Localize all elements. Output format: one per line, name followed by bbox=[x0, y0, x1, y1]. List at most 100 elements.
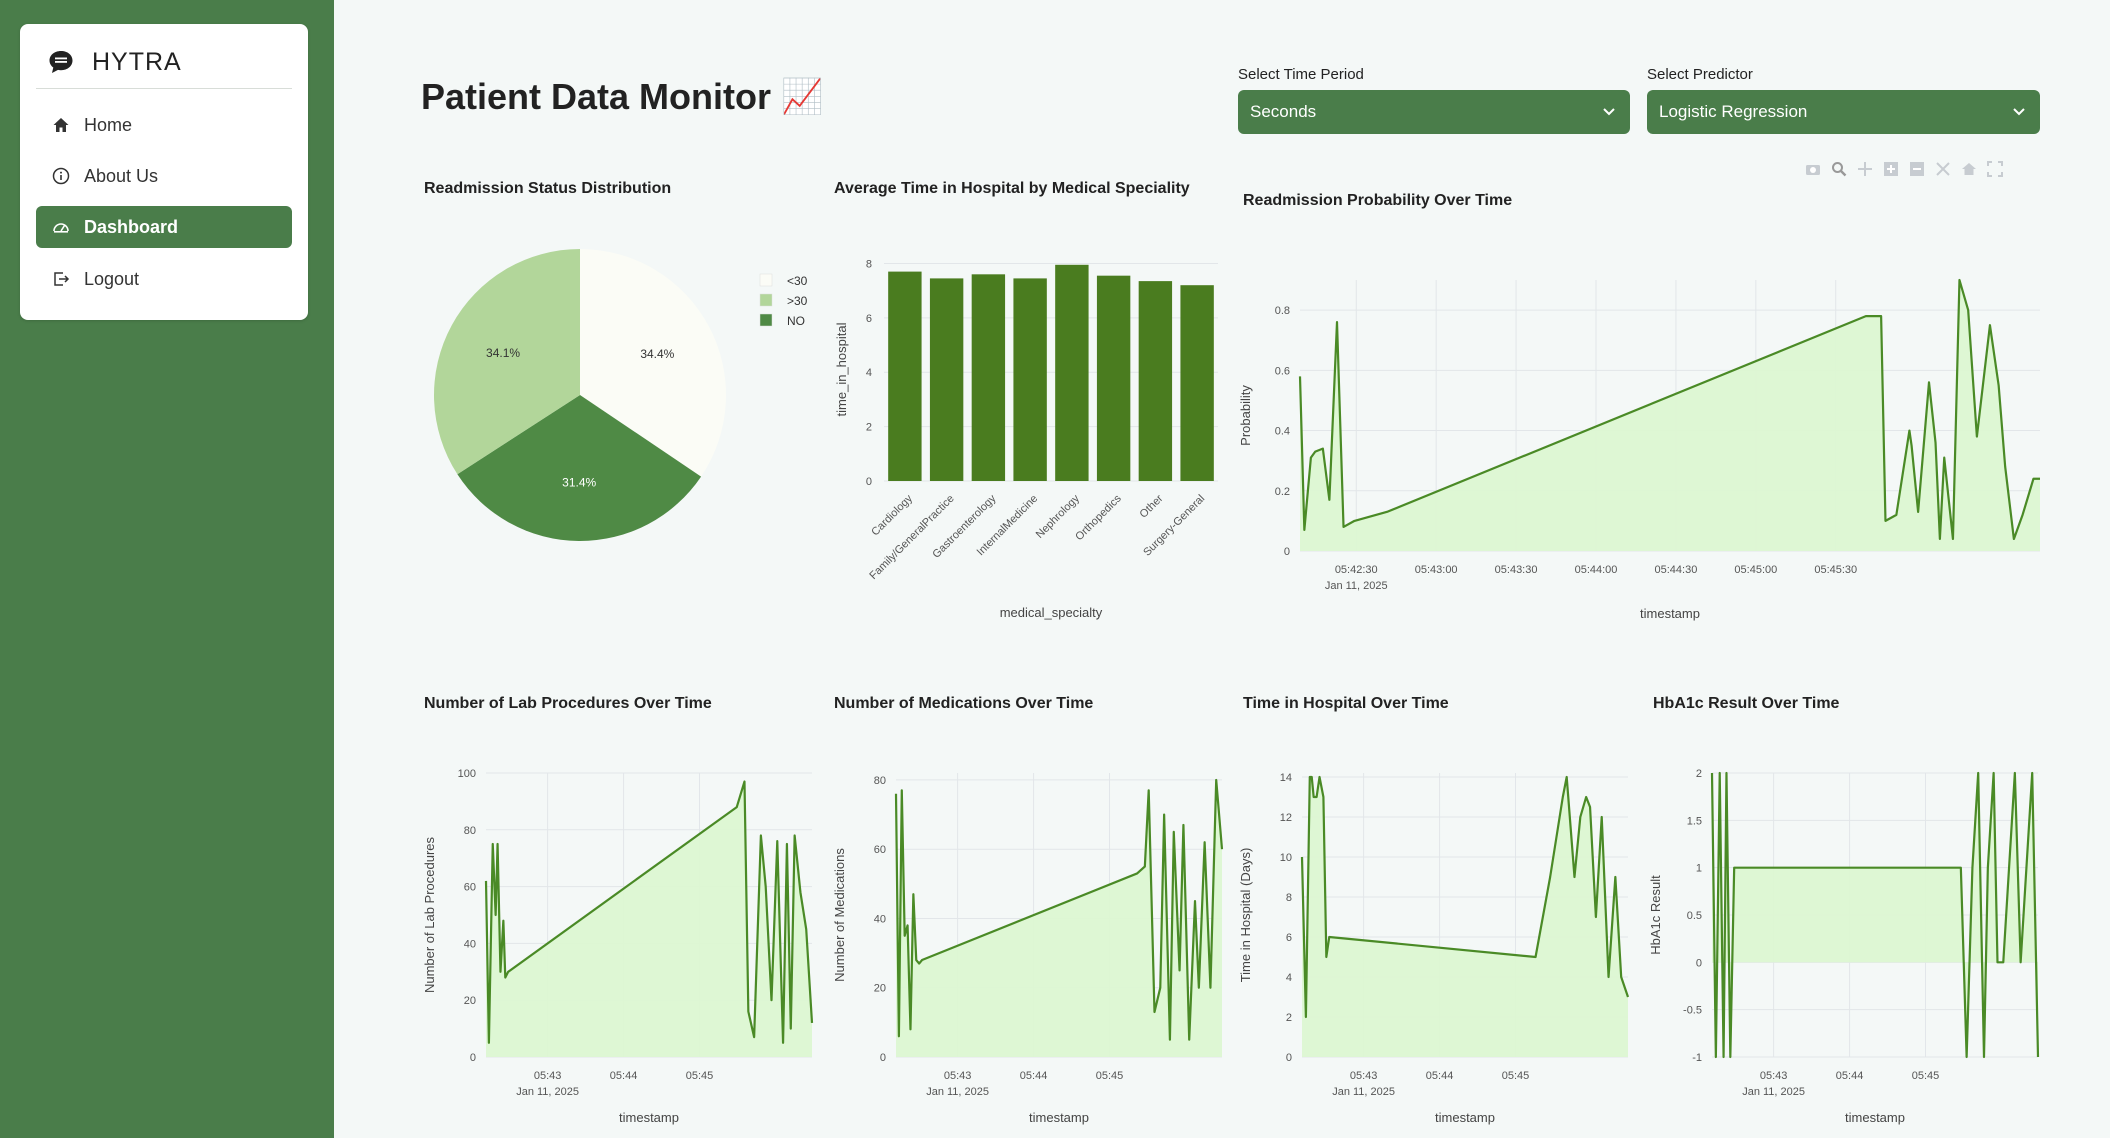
avg-time-bar-chart: 02468CardiologyFamily/GeneralPracticeGas… bbox=[834, 258, 1218, 620]
x-tick-label: 05:45 bbox=[1912, 1070, 1940, 1082]
y-tick-label: 2 bbox=[1696, 768, 1702, 780]
logout-icon bbox=[54, 272, 70, 286]
x-tick-label: 05:43 bbox=[1760, 1070, 1788, 1082]
y-tick-label: 80 bbox=[464, 825, 476, 837]
y-tick-label: 60 bbox=[874, 844, 886, 856]
chart-title-avg-time: Average Time in Hospital by Medical Spec… bbox=[834, 180, 1190, 197]
area-fill bbox=[486, 781, 812, 1057]
x-tick-label: 05:45:00 bbox=[1734, 564, 1777, 576]
x-tick-label: 05:45 bbox=[1096, 1070, 1124, 1082]
y-tick-label: 8 bbox=[866, 258, 872, 270]
x-tick-sublabel: Jan 11, 2025 bbox=[1332, 1086, 1395, 1098]
area-fill bbox=[1300, 280, 2040, 551]
chart-title-medications: Number of Medications Over Time bbox=[834, 695, 1094, 712]
pie-slice-label: 34.1% bbox=[486, 346, 520, 360]
y-axis-title: HbA1c Result bbox=[1648, 875, 1663, 955]
y-tick-label: 1.5 bbox=[1687, 815, 1702, 827]
nav-item-dashboard[interactable]: Dashboard bbox=[36, 206, 292, 248]
y-tick-label: 2 bbox=[1286, 1012, 1292, 1024]
y-tick-label: 6 bbox=[1286, 932, 1292, 944]
chart-title-probability: Readmission Probability Over Time bbox=[1243, 192, 1513, 209]
x-tick-label: 05:44 bbox=[1426, 1070, 1454, 1082]
y-tick-label: 80 bbox=[874, 775, 886, 787]
nav-label-logout: Logout bbox=[84, 268, 140, 289]
legend-label: NO bbox=[787, 314, 805, 328]
bar bbox=[1013, 278, 1047, 481]
bar bbox=[1055, 264, 1089, 481]
x-tick-sublabel: Jan 11, 2025 bbox=[516, 1086, 579, 1098]
x-tick-label: 05:44:30 bbox=[1655, 564, 1698, 576]
x-axis-title: timestamp bbox=[1435, 1110, 1495, 1125]
chat-bubble-icon bbox=[49, 51, 73, 73]
home-icon bbox=[53, 118, 69, 132]
x-tick-label: 05:45:30 bbox=[1814, 564, 1857, 576]
autoscale-icon[interactable] bbox=[1934, 160, 1952, 178]
y-tick-label: 0.8 bbox=[1275, 305, 1290, 317]
y-tick-label: 40 bbox=[874, 913, 886, 925]
y-tick-label: 8 bbox=[1286, 892, 1292, 904]
y-tick-label: 0 bbox=[1696, 957, 1702, 969]
x-tick-label: 05:45 bbox=[686, 1070, 714, 1082]
chart-title-lab-procedures: Number of Lab Procedures Over Time bbox=[424, 695, 712, 712]
zoom-icon[interactable] bbox=[1830, 160, 1848, 178]
fullscreen-icon[interactable] bbox=[1986, 160, 2004, 178]
time-period-select[interactable]: Seconds bbox=[1238, 90, 1630, 134]
x-tick-label: Family/GeneralPractice bbox=[867, 493, 956, 582]
pan-icon[interactable] bbox=[1856, 160, 1874, 178]
zoom-in-icon[interactable] bbox=[1882, 160, 1900, 178]
y-axis-title: Number of Medications bbox=[832, 848, 847, 982]
x-tick-sublabel: Jan 11, 2025 bbox=[926, 1086, 989, 1098]
time-in-hospital-area-chart: 0 2 4 6 8 10 12 14 05:43 Jan 11, 2025 05:44 05:45 ti… bbox=[1238, 772, 1630, 1125]
pie-slice-label: 34.4% bbox=[640, 347, 674, 361]
nav-item-logout[interactable]: Logout bbox=[36, 258, 292, 300]
time-period-value: Seconds bbox=[1250, 102, 1317, 121]
x-tick-label: 05:44 bbox=[1020, 1070, 1048, 1082]
x-tick-label: 05:44 bbox=[1836, 1070, 1864, 1082]
bar bbox=[888, 271, 922, 481]
y-tick-label: 60 bbox=[464, 882, 476, 894]
chart-title-hba1c: HbA1c Result Over Time bbox=[1653, 695, 1840, 712]
brand[interactable]: HYTRA bbox=[48, 42, 182, 82]
page-title-text: Patient Data Monitor bbox=[421, 76, 772, 117]
bar bbox=[1138, 281, 1173, 481]
y-axis-title: Probability bbox=[1238, 385, 1253, 446]
nav-item-home[interactable]: Home bbox=[36, 104, 292, 146]
x-tick-label: 05:44:00 bbox=[1575, 564, 1618, 576]
y-tick-label: 0 bbox=[866, 476, 872, 488]
time-period-label: Select Time Period bbox=[1238, 66, 1364, 83]
legend-swatch bbox=[759, 313, 773, 327]
y-tick-label: 0.6 bbox=[1275, 365, 1290, 377]
predictor-select[interactable]: Logistic Regression bbox=[1647, 90, 2040, 134]
x-axis-title: timestamp bbox=[1845, 1110, 1905, 1125]
y-tick-label: 4 bbox=[1286, 972, 1292, 984]
predictor-value: Logistic Regression bbox=[1659, 102, 1808, 121]
y-axis-title: Time in Hospital (Days) bbox=[1238, 848, 1253, 983]
x-tick-label: Other bbox=[1138, 492, 1166, 520]
y-tick-label: 0 bbox=[1286, 1052, 1292, 1064]
x-axis-title: medical_specialty bbox=[1000, 605, 1103, 620]
y-tick-label: 0 bbox=[880, 1052, 886, 1064]
y-tick-label: 12 bbox=[1280, 812, 1292, 824]
x-axis-title: timestamp bbox=[1029, 1110, 1089, 1125]
brand-name: HYTRA bbox=[92, 47, 182, 76]
camera-icon[interactable] bbox=[1804, 160, 1822, 178]
nav-item-about-us[interactable]: About Us bbox=[36, 155, 292, 197]
nav-label-about-us: About Us bbox=[84, 165, 159, 186]
y-tick-label: 20 bbox=[464, 995, 476, 1007]
legend-swatch bbox=[759, 293, 773, 307]
x-tick-label: 05:43 bbox=[1350, 1070, 1378, 1082]
sidebar: HYTRA Home About Us Dashboard Logout bbox=[0, 0, 334, 1138]
predictor-label: Select Predictor bbox=[1647, 66, 1753, 83]
y-axis-title: time_in_hospital bbox=[834, 322, 849, 416]
y-tick-label: 40 bbox=[464, 938, 476, 950]
y-tick-label: 0.2 bbox=[1275, 486, 1290, 498]
y-tick-label: 6 bbox=[866, 313, 872, 325]
reset-home-icon[interactable] bbox=[1960, 160, 1978, 178]
x-tick-label: 05:43:30 bbox=[1495, 564, 1538, 576]
area-fill bbox=[1712, 773, 2038, 1057]
bar bbox=[971, 274, 1006, 481]
y-tick-label: 1 bbox=[1696, 863, 1702, 875]
y-tick-label: -0.5 bbox=[1683, 1005, 1702, 1017]
chart-title-readmission-status: Readmission Status Distribution bbox=[424, 180, 672, 197]
zoom-out-icon[interactable] bbox=[1908, 160, 1926, 178]
